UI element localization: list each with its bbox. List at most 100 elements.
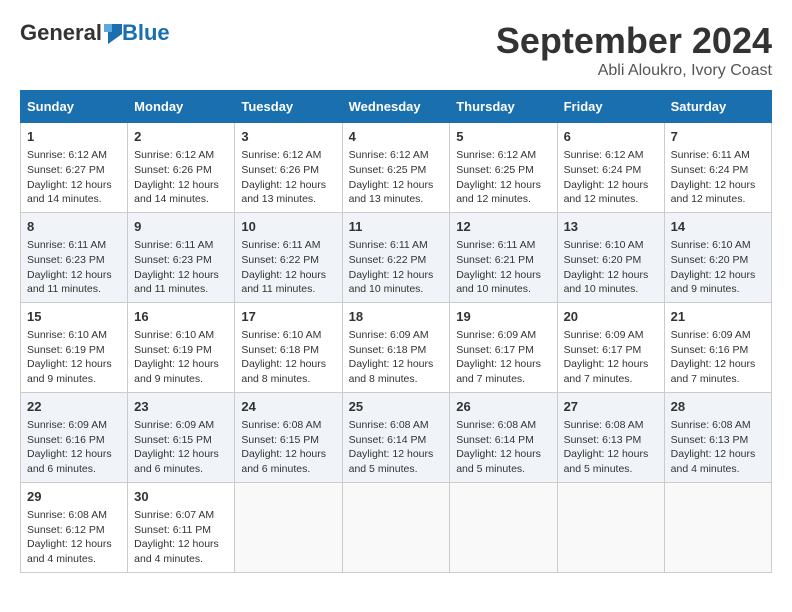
sunrise-text: Sunrise: 6:09 AM [349,329,429,341]
calendar-cell [557,482,664,572]
calendar-cell: 23Sunrise: 6:09 AMSunset: 6:15 PMDayligh… [128,392,235,482]
calendar-cell: 2Sunrise: 6:12 AMSunset: 6:26 PMDaylight… [128,123,235,213]
day-number: 23 [134,398,228,416]
sunrise-text: Sunrise: 6:09 AM [564,329,644,341]
calendar-cell: 5Sunrise: 6:12 AMSunset: 6:25 PMDaylight… [450,123,557,213]
calendar-cell [664,482,771,572]
daylight-label: Daylight: 12 hours and 8 minutes. [349,358,434,385]
daylight-label: Daylight: 12 hours and 5 minutes. [349,448,434,475]
day-number: 7 [671,128,765,146]
logo-general: General [20,20,102,46]
day-number: 22 [27,398,121,416]
calendar-cell: 21 Sunrise: 6:09 AM Sunset: 6:16 PM Dayligh… [664,302,771,392]
sunset-text: Sunset: 6:14 PM [349,434,427,446]
daylight-label: Daylight: 12 hours and 5 minutes. [564,448,649,475]
sunrise-text: Sunrise: 6:10 AM [241,329,321,341]
sunset-text: Sunset: 6:17 PM [564,344,642,356]
sunset-text: Sunset: 6:13 PM [564,434,642,446]
calendar-cell: 14 Sunrise: 6:10 AM Sunset: 6:20 PM Dayligh… [664,212,771,302]
sunset-text: Sunset: 6:23 PM [27,254,105,266]
calendar-cell [235,482,342,572]
day-number: 28 [671,398,765,416]
day-header: Thursday [450,91,557,123]
page-header: General Blue September 2024 Abli Aloukro… [20,20,772,80]
sunset-text: Sunset: 6:15 PM [241,434,319,446]
calendar-cell: 18Sunrise: 6:09 AMSunset: 6:18 PMDayligh… [342,302,450,392]
daylight-label: Daylight: 12 hours and 9 minutes. [27,358,112,385]
sunset-text: Sunset: 6:13 PM [671,434,749,446]
sunrise-text: Sunrise: 6:09 AM [134,419,214,431]
calendar-cell: 16Sunrise: 6:10 AMSunset: 6:19 PMDayligh… [128,302,235,392]
sunset-text: Sunset: 6:23 PM [134,254,212,266]
sunrise-text: Sunrise: 6:07 AM [134,509,214,521]
sunset-text: Sunset: 6:18 PM [349,344,427,356]
sunrise-text: Sunrise: 6:08 AM [349,419,429,431]
sunset-text: Sunset: 6:19 PM [27,344,105,356]
sunset-text: Sunset: 6:20 PM [564,254,642,266]
sunrise-text: Sunrise: 6:09 AM [27,419,107,431]
day-header: Saturday [664,91,771,123]
day-number: 12 [456,218,550,236]
calendar-cell [342,482,450,572]
calendar-cell: 6Sunrise: 6:12 AMSunset: 6:24 PMDaylight… [557,123,664,213]
sunset-text: Sunset: 6:16 PM [671,344,749,356]
day-number: 11 [349,218,444,236]
sunset-text: Sunset: 6:24 PM [671,164,749,176]
calendar-week-row: 22Sunrise: 6:09 AMSunset: 6:16 PMDayligh… [21,392,772,482]
sunrise-text: Sunrise: 6:10 AM [27,329,107,341]
calendar-week-row: 29 Sunrise: 6:08 AM Sunset: 6:12 PM Dayligh… [21,482,772,572]
daylight-label: Daylight: 12 hours and 4 minutes. [27,538,112,565]
daylight-label: Daylight: 12 hours and 14 minutes. [27,179,112,206]
calendar-cell: 10Sunrise: 6:11 AMSunset: 6:22 PMDayligh… [235,212,342,302]
daylight-label: Daylight: 12 hours and 6 minutes. [27,448,112,475]
day-number: 13 [564,218,658,236]
sunset-text: Sunset: 6:22 PM [241,254,319,266]
day-header: Sunday [21,91,128,123]
calendar-cell: 20Sunrise: 6:09 AMSunset: 6:17 PMDayligh… [557,302,664,392]
day-number: 16 [134,308,228,326]
day-header: Wednesday [342,91,450,123]
calendar-header-row: SundayMondayTuesdayWednesdayThursdayFrid… [21,91,772,123]
sunrise-text: Sunrise: 6:10 AM [134,329,214,341]
calendar-cell: 26Sunrise: 6:08 AMSunset: 6:14 PMDayligh… [450,392,557,482]
day-number: 29 [27,488,121,506]
daylight-label: Daylight: 12 hours and 9 minutes. [671,269,756,296]
sunrise-text: Sunrise: 6:09 AM [456,329,536,341]
sunrise-text: Sunrise: 6:10 AM [671,239,751,251]
sunrise-text: Sunrise: 6:08 AM [27,509,107,521]
sunrise-text: Sunrise: 6:11 AM [456,239,535,251]
sunset-text: Sunset: 6:12 PM [27,524,105,536]
calendar-cell: 1Sunrise: 6:12 AMSunset: 6:27 PMDaylight… [21,123,128,213]
calendar-cell [450,482,557,572]
sunset-text: Sunset: 6:21 PM [456,254,534,266]
calendar-cell: 27Sunrise: 6:08 AMSunset: 6:13 PMDayligh… [557,392,664,482]
day-number: 14 [671,218,765,236]
calendar-cell: 22Sunrise: 6:09 AMSunset: 6:16 PMDayligh… [21,392,128,482]
sunrise-text: Sunrise: 6:09 AM [671,329,751,341]
day-header: Friday [557,91,664,123]
sunrise-text: Sunrise: 6:12 AM [241,149,321,161]
sunrise-text: Sunrise: 6:08 AM [241,419,321,431]
day-number: 19 [456,308,550,326]
sunset-text: Sunset: 6:24 PM [564,164,642,176]
sunrise-text: Sunrise: 6:12 AM [456,149,536,161]
daylight-label: Daylight: 12 hours and 9 minutes. [134,358,219,385]
day-number: 21 [671,308,765,326]
calendar-week-row: 15Sunrise: 6:10 AMSunset: 6:19 PMDayligh… [21,302,772,392]
day-number: 26 [456,398,550,416]
sunset-text: Sunset: 6:26 PM [134,164,212,176]
location: Abli Aloukro, Ivory Coast [496,62,772,80]
sunset-text: Sunset: 6:15 PM [134,434,212,446]
daylight-label: Daylight: 12 hours and 7 minutes. [671,358,756,385]
logo-icon [104,22,122,44]
sunset-text: Sunset: 6:18 PM [241,344,319,356]
calendar-cell: 13Sunrise: 6:10 AMSunset: 6:20 PMDayligh… [557,212,664,302]
daylight-label: Daylight: 12 hours and 6 minutes. [241,448,326,475]
calendar-week-row: 1Sunrise: 6:12 AMSunset: 6:27 PMDaylight… [21,123,772,213]
sunset-text: Sunset: 6:20 PM [671,254,749,266]
daylight-label: Daylight: 12 hours and 12 minutes. [671,179,756,206]
sunrise-text: Sunrise: 6:10 AM [564,239,644,251]
daylight-label: Daylight: 12 hours and 14 minutes. [134,179,219,206]
daylight-label: Daylight: 12 hours and 4 minutes. [671,448,756,475]
day-number: 30 [134,488,228,506]
